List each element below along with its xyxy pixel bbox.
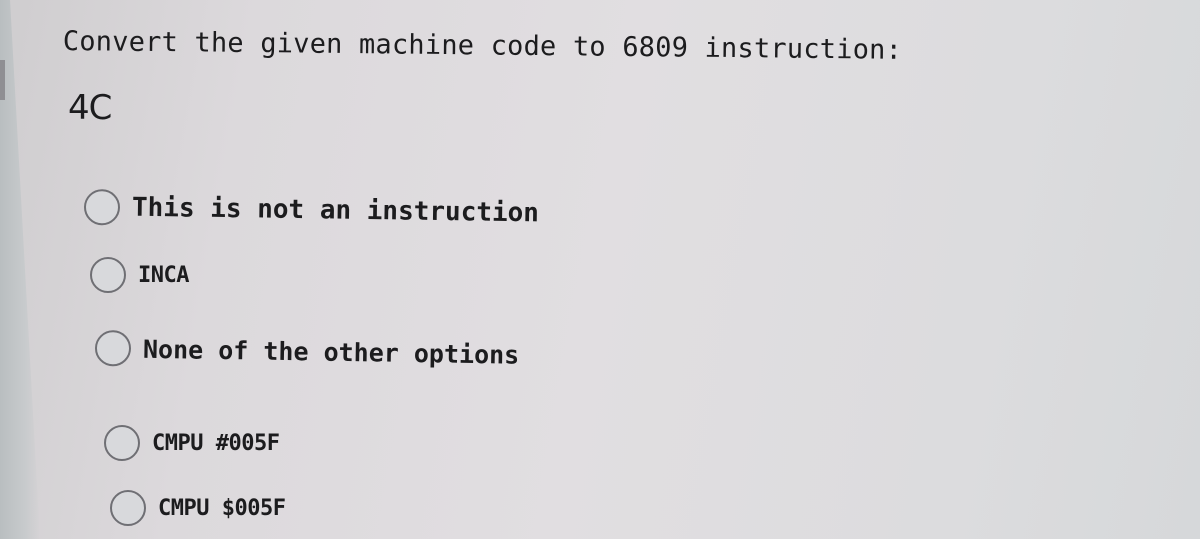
option-cmpu-direct[interactable]: CMPU $005F <box>110 490 286 526</box>
machine-code: 4C <box>68 88 112 128</box>
option-inca[interactable]: INCA <box>90 257 189 293</box>
option-cmpu-immediate[interactable]: CMPU #005F <box>104 425 280 461</box>
monitor-bezel-shadow <box>0 60 5 100</box>
radio-button[interactable] <box>94 330 132 367</box>
option-label: None of the other options <box>142 334 520 370</box>
monitor-bezel-edge <box>0 0 40 539</box>
option-label: INCA <box>138 262 189 288</box>
option-label: CMPU $005F <box>158 495 286 521</box>
option-not-an-instruction[interactable]: This is not an instruction <box>83 189 540 231</box>
radio-button[interactable] <box>90 257 126 293</box>
radio-button[interactable] <box>104 425 140 461</box>
question-prompt: Convert the given machine code to 6809 i… <box>62 26 903 66</box>
option-label: CMPU #005F <box>152 430 280 456</box>
radio-button[interactable] <box>110 490 146 526</box>
radio-button[interactable] <box>83 189 121 226</box>
option-none-of-the-other[interactable]: None of the other options <box>94 330 520 373</box>
option-label: This is not an instruction <box>131 192 540 229</box>
